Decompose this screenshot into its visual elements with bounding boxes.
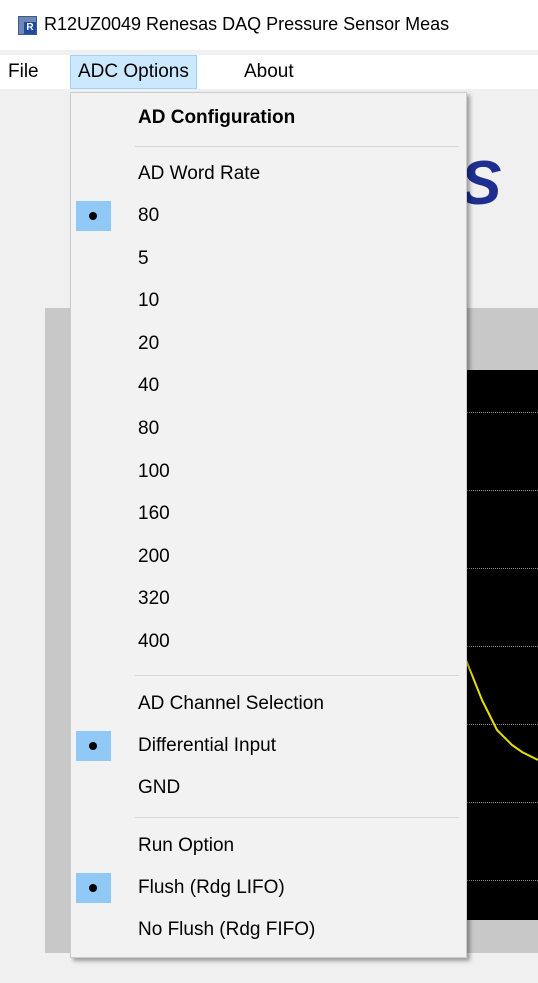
radio-dot-icon <box>89 212 97 220</box>
menu-bar: File ADC Options About <box>0 55 538 89</box>
run-option-item[interactable]: No Flush (Rdg FIFO) <box>71 912 466 948</box>
channel-selection-header: AD Channel Selection <box>138 693 324 714</box>
signal-trace <box>462 649 538 761</box>
menu-separator <box>135 817 459 818</box>
word-rate-item[interactable]: 40 <box>71 368 466 404</box>
run-option-header: Run Option <box>138 835 235 856</box>
word-rate-label: 20 <box>138 332 160 354</box>
word-rate-item[interactable]: 400 <box>71 624 466 660</box>
word-rate-label: 320 <box>138 588 170 610</box>
channel-label: Differential Input <box>138 735 277 756</box>
radio-check-icon <box>76 873 111 903</box>
word-rate-label: 5 <box>138 247 149 269</box>
word-rate-label: 80 <box>138 205 160 226</box>
word-rate-label: 400 <box>138 631 170 652</box>
word-rate-item[interactable]: 5 <box>71 241 466 277</box>
word-rate-item[interactable]: 80 <box>71 411 466 447</box>
word-rate-item[interactable]: 10 <box>71 283 466 319</box>
word-rate-label: 100 <box>138 460 170 482</box>
run-option-item[interactable]: Flush (Rdg LIFO) <box>71 870 466 906</box>
word-rate-label: 10 <box>138 290 160 312</box>
run-option-label: Flush (Rdg LIFO) <box>138 877 285 898</box>
word-rate-label: 160 <box>138 503 170 525</box>
word-rate-item[interactable]: 100 <box>71 454 466 490</box>
menu-file[interactable]: File <box>1 55 46 89</box>
word-rate-item[interactable]: 320 <box>71 581 466 617</box>
menu-separator <box>135 146 459 147</box>
app-icon: R <box>18 16 37 35</box>
word-rate-label: 40 <box>138 375 160 397</box>
word-rate-header: AD Word Rate <box>138 163 261 184</box>
radio-dot-icon <box>89 742 97 750</box>
run-option-label: No Flush (Rdg FIFO) <box>138 919 316 940</box>
channel-label: GND <box>138 777 181 798</box>
word-rate-item[interactable]: 20 <box>71 326 466 362</box>
radio-check-icon <box>76 201 111 231</box>
menu-about[interactable]: About <box>237 55 301 89</box>
radio-dot-icon <box>89 884 97 892</box>
word-rate-label: 80 <box>138 418 160 439</box>
title-bar: R R12UZ0049 Renesas DAQ Pressure Sensor … <box>0 0 538 50</box>
window-title: R12UZ0049 Renesas DAQ Pressure Sensor Me… <box>44 14 450 34</box>
word-rate-item[interactable]: 200 <box>71 539 466 575</box>
ad-configuration-header: AD Configuration <box>138 107 296 128</box>
radio-check-icon <box>76 731 111 761</box>
channel-item[interactable]: Differential Input <box>71 728 466 764</box>
word-rate-item[interactable]: 80 <box>71 198 466 234</box>
channel-item[interactable]: GND <box>71 770 466 806</box>
adc-options-dropdown: AD Configuration AD Word Rate 80 5 10 20 40 8… <box>70 92 467 958</box>
word-rate-label: 200 <box>138 545 170 567</box>
word-rate-item[interactable]: 160 <box>71 496 466 532</box>
menu-adc-options[interactable]: ADC Options <box>70 55 197 89</box>
menu-separator <box>135 675 459 676</box>
